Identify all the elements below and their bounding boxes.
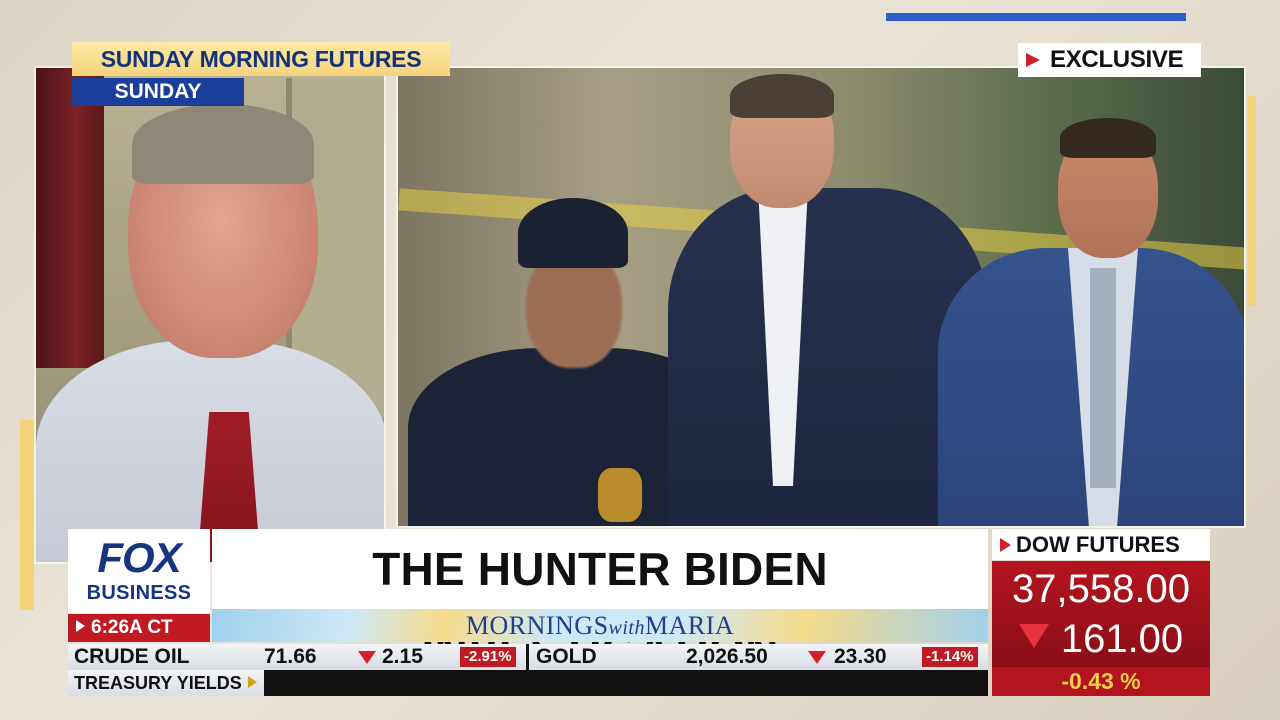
network-logo-fox: FOX bbox=[97, 534, 181, 581]
background-accent bbox=[1248, 96, 1256, 306]
news-photo-panel bbox=[396, 66, 1246, 528]
dow-futures-change-row: 161.00 bbox=[992, 615, 1210, 663]
next-ticker-row: TREASURY YIELDS bbox=[68, 670, 988, 696]
ticker-pct-crude: -2.91% bbox=[460, 647, 516, 667]
dow-futures-title: DOW FUTURES bbox=[1016, 532, 1180, 557]
exclusive-tag: EXCLUSIVE bbox=[1018, 43, 1201, 77]
market-ticker: CRUDE OIL 71.66 2.15 -2.91% GOLD 2,026.5… bbox=[68, 644, 988, 670]
dow-futures-value: 37,558.00 bbox=[1012, 567, 1190, 611]
play-arrow-icon bbox=[1026, 53, 1040, 67]
down-arrow-icon bbox=[1018, 624, 1049, 648]
ticker-price-crude: 71.66 bbox=[264, 645, 317, 668]
show-name-with: with bbox=[608, 617, 645, 639]
headline-banner: THE HUNTER BIDEN INVESTIGATION bbox=[212, 529, 988, 675]
background-accent bbox=[20, 420, 34, 610]
right-man-tie bbox=[1090, 268, 1116, 488]
show-name-strip: MORNINGSwithMARIA bbox=[212, 609, 988, 642]
show-title: SUNDAY MORNING FUTURES bbox=[72, 42, 450, 76]
network-logo-business: BUSINESS bbox=[86, 582, 192, 604]
dow-futures-label: DOW FUTURES bbox=[992, 529, 1210, 560]
right-man-hair bbox=[1060, 118, 1156, 158]
play-arrow-icon bbox=[247, 676, 257, 688]
dow-futures-percent: -0.43 % bbox=[992, 667, 1210, 696]
officer-badge bbox=[598, 468, 642, 522]
ticker-pct-gold: -1.14% bbox=[922, 647, 978, 667]
ticker-change-crude: 2.15 bbox=[382, 645, 423, 668]
dow-futures-box: 37,558.00 161.00 bbox=[992, 561, 1210, 667]
exclusive-label: EXCLUSIVE bbox=[1050, 46, 1184, 73]
show-name: MORNINGSwithMARIA bbox=[212, 609, 988, 645]
ticker-name-gold: GOLD bbox=[536, 645, 597, 668]
play-arrow-icon bbox=[76, 620, 85, 632]
clock-display: 6:26A CT bbox=[68, 614, 210, 642]
officer-cap bbox=[518, 198, 628, 268]
guest-hair bbox=[132, 104, 314, 184]
background-topline bbox=[886, 13, 1186, 21]
ticker-change-gold: 23.30 bbox=[834, 645, 887, 668]
next-ticker-text: TREASURY YIELDS bbox=[74, 673, 242, 693]
ticker-name-crude: CRUDE OIL bbox=[74, 645, 190, 668]
play-arrow-icon bbox=[1000, 538, 1011, 552]
center-man-hair bbox=[730, 74, 834, 118]
guest-video-panel bbox=[34, 66, 386, 564]
down-arrow-icon bbox=[358, 651, 376, 664]
right-man-figure bbox=[918, 108, 1244, 526]
show-name-main: MORNINGS bbox=[465, 611, 609, 640]
show-name-host: MARIA bbox=[644, 611, 735, 640]
ticker-divider bbox=[526, 644, 529, 670]
down-arrow-icon bbox=[808, 651, 826, 664]
dow-futures-change: 161.00 bbox=[1060, 617, 1184, 661]
clock-time: 6:26A CT bbox=[91, 617, 173, 638]
ticker-price-gold: 2,026.50 bbox=[686, 645, 768, 668]
background-curtain bbox=[36, 68, 104, 368]
next-ticker-label: TREASURY YIELDS bbox=[68, 670, 264, 696]
network-logo: FOX BUSINESS bbox=[68, 529, 210, 613]
show-day-label: SUNDAY bbox=[72, 78, 244, 106]
